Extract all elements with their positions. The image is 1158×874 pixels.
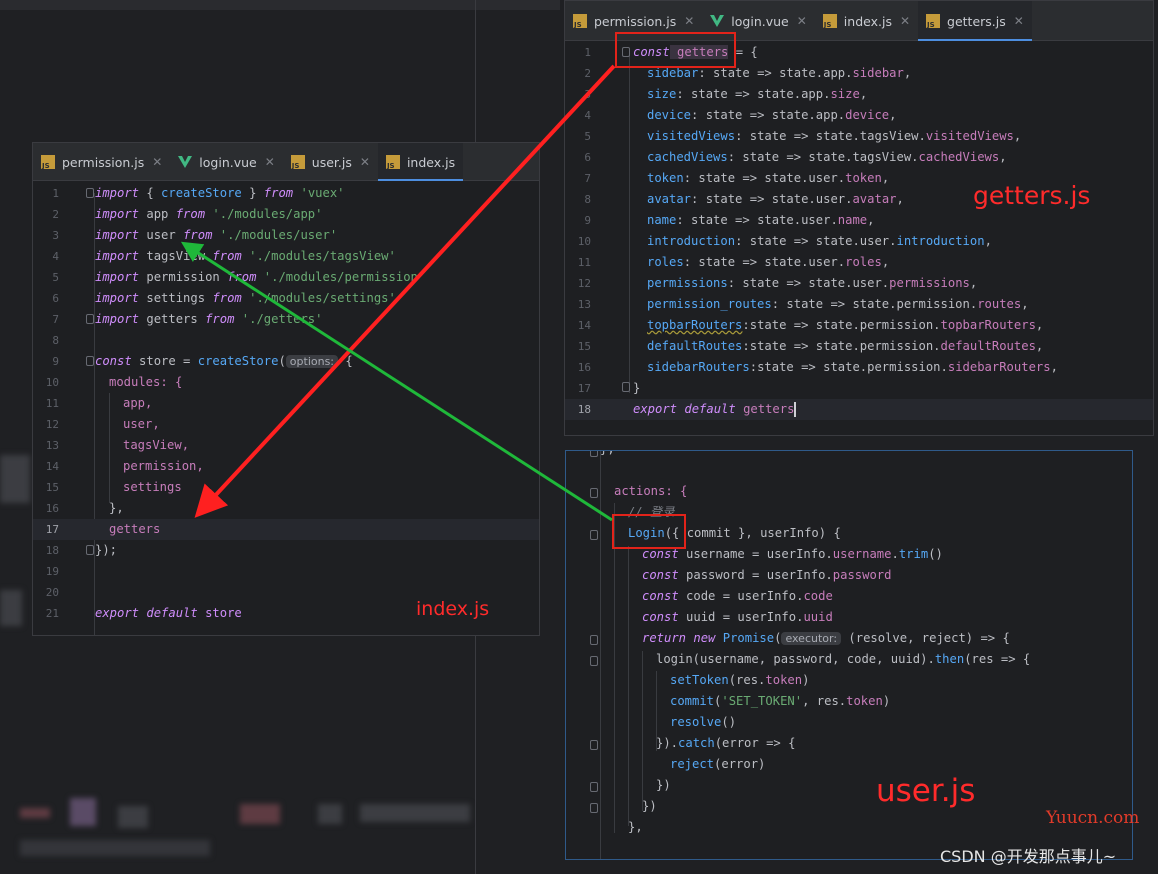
site-watermark: Yuucn.com [1046, 808, 1140, 828]
red-arrow [194, 64, 616, 518]
csdn-watermark: CSDN @开发那点事儿~ [940, 847, 1117, 866]
annotation-arrows [180, 64, 616, 522]
green-arrow [180, 241, 613, 522]
